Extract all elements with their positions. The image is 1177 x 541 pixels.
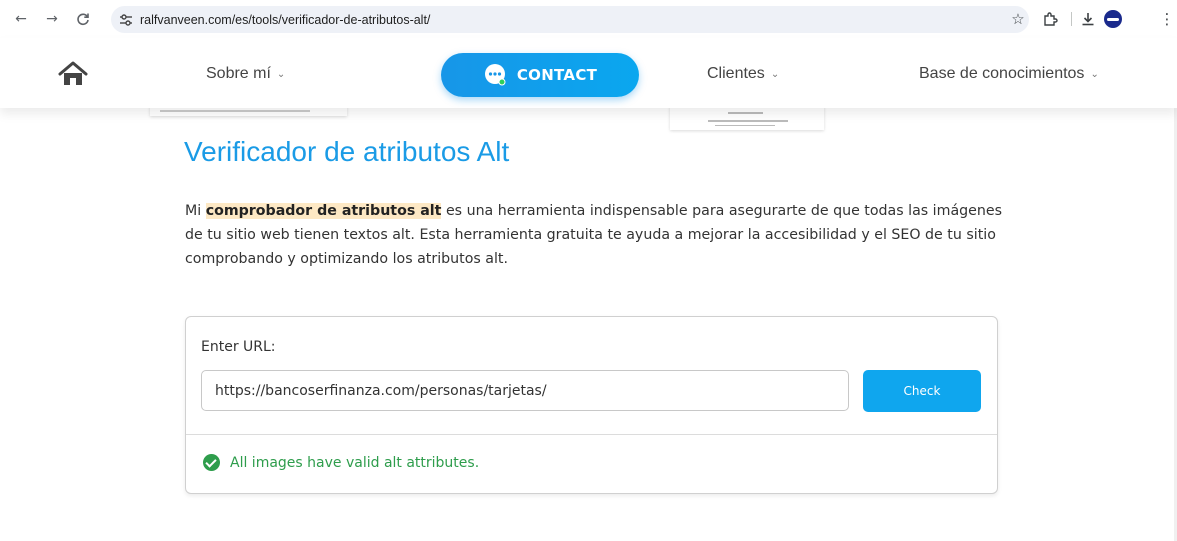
contact-label: CONTACT: [516, 66, 598, 84]
card-divider: [186, 434, 997, 435]
arrow-right-icon[interactable]: →: [42, 9, 62, 29]
reload-icon[interactable]: [73, 9, 93, 29]
puzzle-icon[interactable]: [1040, 9, 1060, 29]
toolbar-separator: [1071, 12, 1072, 26]
url-input[interactable]: [201, 370, 849, 411]
browser-toolbar: ← → ralfvanveen.com/es/tools/verificador…: [0, 0, 1177, 38]
alt-checker-tool: Enter URL: Check All images have valid a…: [185, 316, 998, 494]
download-icon[interactable]: [1078, 9, 1098, 29]
chat-bubble-icon: [483, 64, 507, 86]
tune-icon[interactable]: [118, 12, 134, 28]
site-header: Sobre mí ⌄ CONTACT Clientes ⌄ Base de co…: [0, 38, 1177, 108]
arrow-left-icon[interactable]: ←: [11, 9, 31, 29]
contact-button[interactable]: CONTACT: [441, 53, 639, 97]
nav-item-label: Sobre mí: [206, 65, 271, 82]
url-text[interactable]: ralfvanveen.com/es/tools/verificador-de-…: [140, 13, 430, 27]
url-label: Enter URL:: [201, 339, 276, 355]
address-bar[interactable]: ralfvanveen.com/es/tools/verificador-de-…: [111, 6, 1029, 33]
profile-avatar[interactable]: [1104, 10, 1122, 28]
check-button[interactable]: Check: [863, 370, 981, 412]
nav-item-base-de-conocimientos[interactable]: Base de conocimientos ⌄: [919, 65, 1099, 83]
result-message: All images have valid alt attributes.: [203, 454, 479, 471]
check-circle-icon: [203, 454, 220, 471]
page-title: Verificador de atributos Alt: [184, 136, 510, 167]
intro-prefix: Mi: [185, 203, 206, 219]
chevron-down-icon: ⌄: [1090, 68, 1099, 80]
nav-item-label: Base de conocimientos: [919, 65, 1085, 82]
result-text: All images have valid alt attributes.: [230, 454, 480, 471]
nav-item-label: Clientes: [707, 65, 765, 82]
home-icon[interactable]: [58, 61, 88, 87]
star-icon[interactable]: ☆: [1008, 9, 1028, 29]
chevron-down-icon: ⌄: [770, 68, 780, 80]
intro-paragraph: Mi comprobador de atributos alt es una h…: [185, 199, 1005, 271]
intro-highlight: comprobador de atributos alt: [205, 203, 442, 219]
chevron-down-icon: ⌄: [276, 68, 286, 80]
kebab-menu-icon[interactable]: ⋮: [1157, 9, 1177, 29]
nav-item-clientes[interactable]: Clientes ⌄: [707, 65, 779, 83]
nav-item-sobre-mi[interactable]: Sobre mí ⌄: [206, 65, 285, 83]
